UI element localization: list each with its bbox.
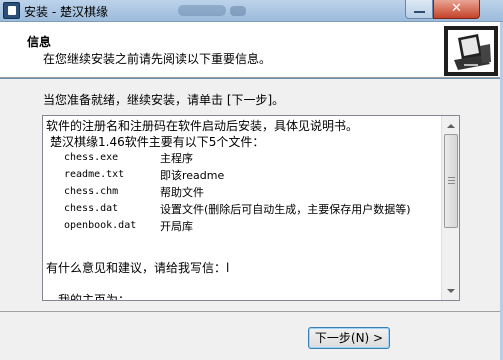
file-name: readme.txt	[64, 169, 125, 180]
instruction-text: 当您准备就绪，继续安装，请单击 [下一步]。	[43, 93, 285, 107]
memo-line-contact: 有什么意见和建议，请给我写信：l	[46, 261, 230, 275]
file-name: chess.dat	[64, 203, 119, 214]
minimize-icon	[414, 11, 425, 13]
memo-text-area[interactable]: 软件的注册名和注册码在软件启动后安装，具体见说明书。 楚汉棋缘1.46软件主要有…	[43, 116, 441, 300]
file-name: openbook.dat	[64, 220, 137, 231]
close-icon: ✕	[451, 1, 462, 16]
installer-computer-icon	[444, 26, 498, 76]
file-description: 即该readme	[160, 169, 225, 182]
info-memo[interactable]: 软件的注册名和注册码在软件启动后安装，具体见说明书。 楚汉棋缘1.46软件主要有…	[42, 115, 460, 301]
page-title: 信息	[27, 35, 52, 49]
minimize-button[interactable]	[405, 0, 433, 19]
file-description: 帮助文件	[160, 186, 204, 199]
memo-line-files-intro: 楚汉棋缘1.46软件主要有以下5个文件：	[50, 135, 265, 149]
file-description: 设置文件(删除后可自动生成，主要保存用户数据等)	[160, 203, 411, 216]
scrollbar-thumb[interactable]	[444, 134, 458, 228]
scroll-down-button[interactable]	[443, 282, 459, 299]
file-name: chess.chm	[64, 186, 119, 197]
file-description: 主程序	[160, 152, 193, 165]
wizard-footer: 下一步(N) >	[0, 311, 503, 360]
title-bar[interactable]: 安装 - 楚汉棋缘 ✕	[0, 0, 503, 22]
wizard-header: 信息 在您继续安装之前请先阅读以下重要信息。	[0, 22, 503, 78]
blurred-taskbar-icon	[178, 5, 226, 16]
close-button[interactable]: ✕	[433, 0, 480, 19]
file-name: chess.exe	[64, 152, 119, 163]
memo-line-registration: 软件的注册名和注册码在软件启动后安装，具体见说明书。	[46, 119, 359, 133]
blurred-taskbar-icon-small	[230, 6, 246, 16]
page-subtitle: 在您继续安装之前请先阅读以下重要信息。	[43, 52, 272, 66]
window-title: 安装 - 楚汉棋缘	[24, 5, 108, 19]
arrow-down-icon	[447, 288, 455, 293]
scroll-up-button[interactable]	[443, 117, 459, 134]
arrow-up-icon	[447, 123, 455, 128]
installer-window: 安装 - 楚汉棋缘 ✕ 信息 在您继续安装之前请先阅读以下重要信息。 当您准备就…	[0, 0, 503, 360]
app-icon	[3, 2, 20, 19]
memo-line-homepage: 我的主页为：	[58, 293, 131, 300]
next-button[interactable]: 下一步(N) >	[308, 327, 390, 349]
memo-vertical-scrollbar[interactable]	[441, 116, 459, 300]
wizard-body: 当您准备就绪，继续安装，请单击 [下一步]。 软件的注册名和注册码在软件启动后安…	[0, 79, 503, 311]
file-description: 开局库	[160, 220, 193, 233]
